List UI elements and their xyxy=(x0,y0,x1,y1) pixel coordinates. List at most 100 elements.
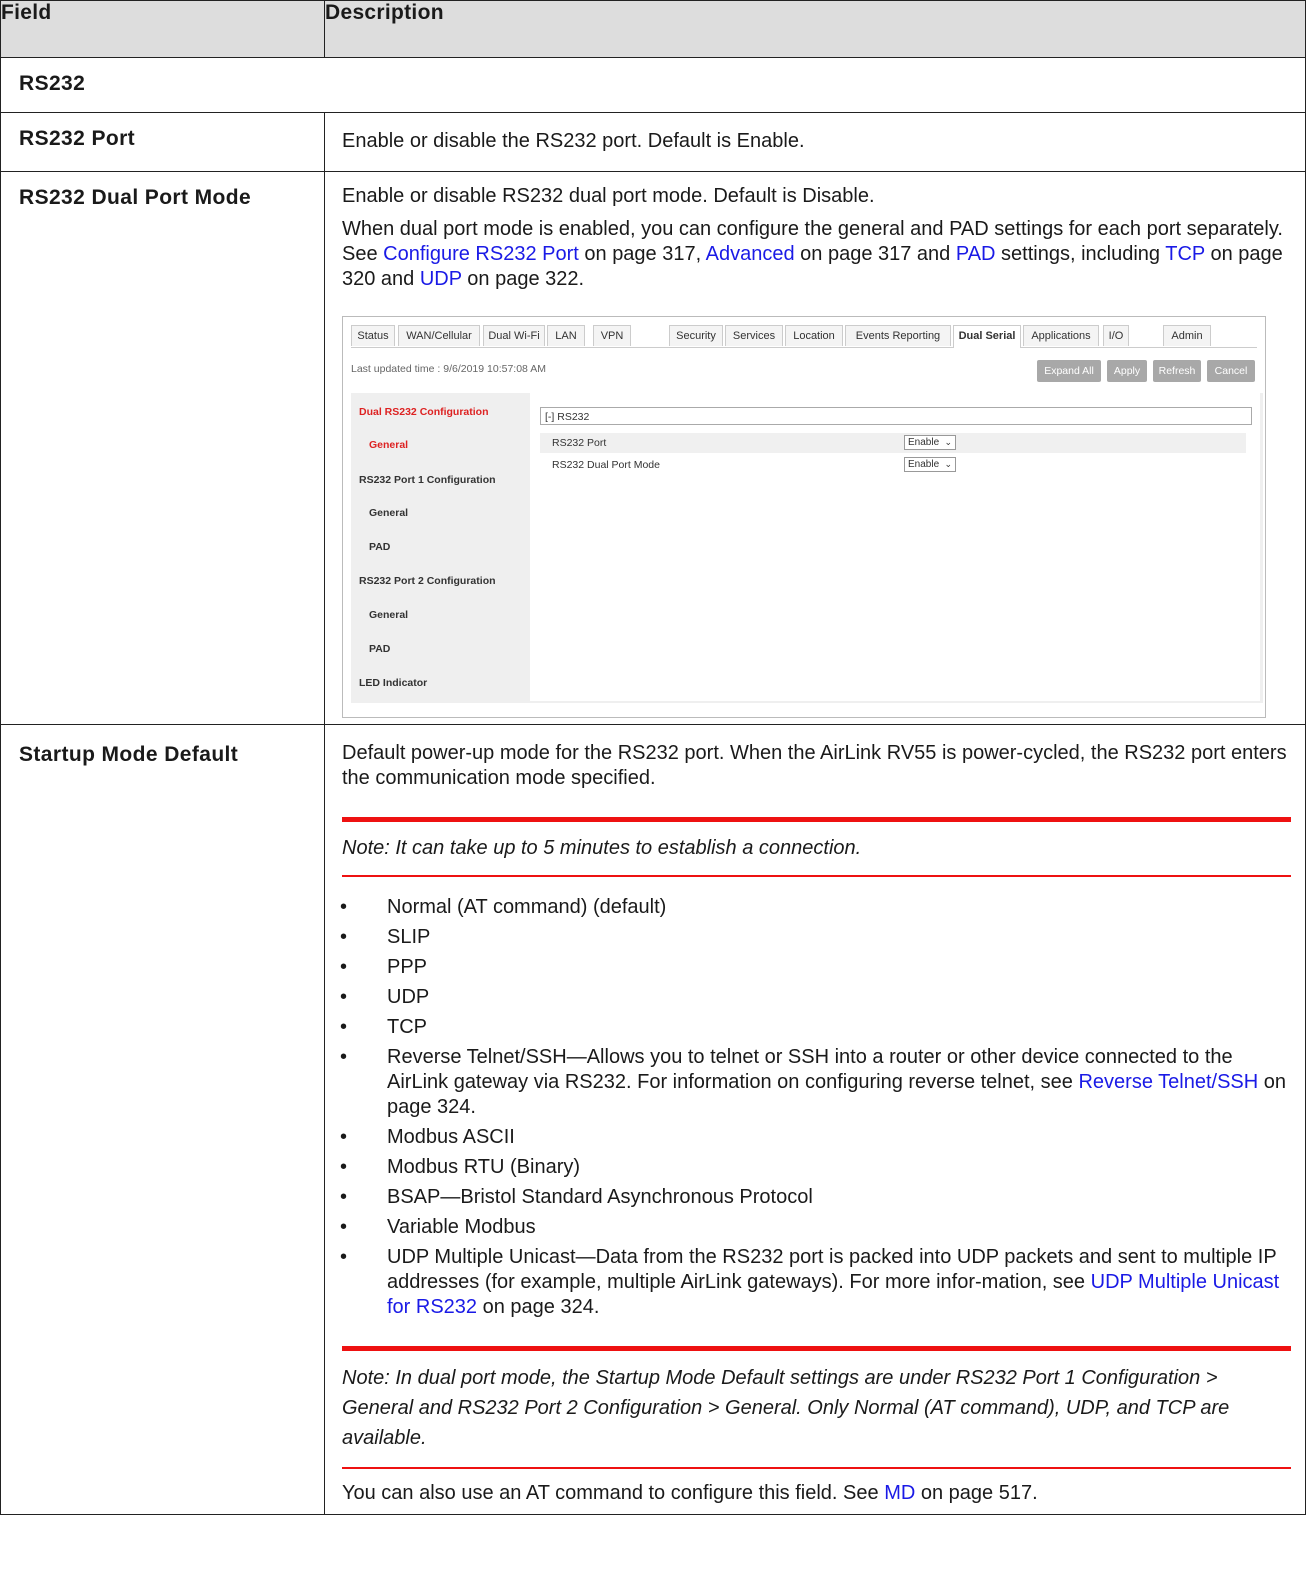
document-page: Field Description RS232 RS232 Port Enabl… xyxy=(0,0,1306,1515)
list-item: • SLIP xyxy=(340,925,1291,950)
refresh-button[interactable]: Refresh xyxy=(1153,360,1201,382)
tab-events-reporting[interactable]: Events Reporting xyxy=(845,325,951,346)
bullet-icon: • xyxy=(340,1046,348,1068)
tab-bar: Status WAN/Cellular Dual Wi-Fi LAN VPN S… xyxy=(351,325,1257,348)
nav-general-port2[interactable]: General xyxy=(369,609,408,621)
nav-pad-port1[interactable]: PAD xyxy=(369,541,390,553)
bullet-icon: • xyxy=(340,986,348,1008)
link-pad[interactable]: PAD xyxy=(956,243,996,265)
tab-services[interactable]: Services xyxy=(725,325,783,346)
nav-led-indicator[interactable]: LED Indicator xyxy=(359,677,427,689)
nav-general-port1[interactable]: General xyxy=(369,507,408,519)
field-name-startup-mode-default: Startup Mode Default xyxy=(0,724,325,1515)
rs232-section-header[interactable]: [-] RS232 xyxy=(540,407,1252,425)
list-item: • Normal (AT command) (default) xyxy=(340,895,1291,920)
tab-security[interactable]: Security xyxy=(669,325,723,346)
link-udp[interactable]: UDP xyxy=(420,268,462,290)
text-span: on page 317 and xyxy=(794,243,956,265)
list-item: • Variable Modbus xyxy=(340,1215,1291,1240)
text-span: on page 322. xyxy=(461,268,585,290)
rs232-port-select[interactable]: Enable ⌄ xyxy=(904,435,956,450)
cancel-button[interactable]: Cancel xyxy=(1207,360,1255,382)
bullet-icon: • xyxy=(340,926,348,948)
section-row: RS232 xyxy=(0,57,1306,113)
description-text: Enable or disable the RS232 port. Defaul… xyxy=(342,130,805,152)
bullet-icon: • xyxy=(340,956,348,978)
embedded-ui-screenshot: Status WAN/Cellular Dual Wi-Fi LAN VPN S… xyxy=(342,316,1266,718)
text-span: settings, including xyxy=(995,243,1166,265)
link-configure-rs232-port[interactable]: Configure RS232 Port xyxy=(383,243,579,265)
list-item: • Reverse Telnet/SSH—Allows you to telnet… xyxy=(340,1045,1291,1120)
tab-dual-wifi[interactable]: Dual Wi-Fi xyxy=(483,325,545,346)
description-text: Enable or disable RS232 dual port mode. … xyxy=(342,185,875,207)
nav-general-dual[interactable]: General xyxy=(369,439,408,451)
tab-dual-serial[interactable]: Dual Serial xyxy=(953,325,1021,348)
dual-port-mode-select[interactable]: Enable ⌄ xyxy=(904,457,956,472)
text-span: You can also use an AT command to config… xyxy=(342,1482,885,1504)
nav-rs232-port1-configuration[interactable]: RS232 Port 1 Configuration xyxy=(359,474,496,486)
tab-wan-cellular[interactable]: WAN/Cellular xyxy=(398,325,480,346)
settings-table: Field Description RS232 RS232 Port Enabl… xyxy=(0,0,1306,1515)
chevron-down-icon: ⌄ xyxy=(944,437,952,447)
tab-admin[interactable]: Admin xyxy=(1163,325,1211,346)
nav-pad-port2[interactable]: PAD xyxy=(369,643,390,655)
link-md[interactable]: MD xyxy=(884,1482,915,1504)
table-header-row: Field Description xyxy=(0,0,1306,58)
bullet-icon: • xyxy=(340,896,348,918)
bullet-icon: • xyxy=(340,1156,348,1178)
note-box: Note: In dual port mode, the Startup Mod… xyxy=(342,1346,1291,1469)
field-description: Default power-up mode for the RS232 port… xyxy=(324,724,1306,1515)
bullet-icon: • xyxy=(340,1186,348,1208)
section-label: RS232 xyxy=(0,57,1306,113)
description-text: Default power-up mode for the RS232 port… xyxy=(342,742,1287,789)
list-item-text: Variable Modbus xyxy=(387,1216,536,1238)
tab-applications[interactable]: Applications xyxy=(1023,325,1099,346)
link-reverse-telnet-ssh[interactable]: Reverse Telnet/SSH xyxy=(1078,1071,1258,1093)
list-item: • BSAP—Bristol Standard Asynchronous Prot… xyxy=(340,1185,1291,1210)
description-paragraph: When dual port mode is enabled, you can … xyxy=(342,217,1291,292)
last-updated-time: Last updated time : 9/6/2019 10:57:08 AM xyxy=(351,363,546,375)
tab-io[interactable]: I/O xyxy=(1103,325,1129,346)
column-header-description: Description xyxy=(324,0,1306,58)
list-item: • TCP xyxy=(340,1015,1291,1040)
tab-status[interactable]: Status xyxy=(351,325,395,346)
text-span: on page 517. xyxy=(915,1482,1038,1504)
apply-button[interactable]: Apply xyxy=(1107,360,1147,382)
select-value: Enable xyxy=(908,459,940,470)
field-description: Enable or disable the RS232 port. Defaul… xyxy=(324,112,1306,172)
settings-content: [-] RS232 RS232 Port Enable ⌄ RS232 Dual … xyxy=(530,393,1260,701)
tab-location[interactable]: Location xyxy=(785,325,843,346)
list-item-text: PPP xyxy=(387,956,428,978)
expand-all-button[interactable]: Expand All xyxy=(1037,360,1101,382)
tab-vpn[interactable]: VPN xyxy=(593,325,631,346)
column-header-field: Field xyxy=(0,0,325,58)
list-item-text: on page 324. xyxy=(477,1296,600,1318)
field-name-rs232-port: RS232 Port xyxy=(0,112,325,172)
setting-label: RS232 Dual Port Mode xyxy=(552,459,660,471)
tab-lan[interactable]: LAN xyxy=(547,325,585,346)
list-item: • Modbus RTU (Binary) xyxy=(340,1155,1291,1180)
table-row: RS232 Port Enable or disable the RS232 p… xyxy=(0,112,1306,172)
list-item-text: BSAP—Bristol Standard Asynchronous Proto… xyxy=(387,1186,813,1208)
list-item-text: Normal (AT command) (default) xyxy=(387,896,667,918)
link-advanced[interactable]: Advanced xyxy=(706,243,795,265)
chevron-down-icon: ⌄ xyxy=(944,459,952,469)
link-tcp[interactable]: TCP xyxy=(1165,243,1205,265)
startup-mode-options-list: • Normal (AT command) (default) • SLIP • PP… xyxy=(340,895,1291,1320)
field-name-dual-port-mode: RS232 Dual Port Mode xyxy=(0,171,325,725)
list-item-text: TCP xyxy=(387,1016,427,1038)
list-item-text: UDP xyxy=(387,986,430,1008)
nav-rs232-port2-configuration[interactable]: RS232 Port 2 Configuration xyxy=(359,575,496,587)
bullet-icon: • xyxy=(340,1126,348,1148)
config-panel: Dual RS232 Configuration General RS232 P… xyxy=(351,393,1263,703)
note-box: Note: It can take up to 5 minutes to est… xyxy=(342,817,1291,877)
table-row: Startup Mode Default Default power-up mo… xyxy=(0,724,1306,1515)
list-item: • UDP Multiple Unicast—Data from the RS23… xyxy=(340,1245,1291,1320)
list-item-text: Modbus ASCII xyxy=(387,1126,515,1148)
select-value: Enable xyxy=(908,437,940,448)
nav-dual-rs232-configuration[interactable]: Dual RS232 Configuration xyxy=(359,406,489,418)
list-item-text: Modbus RTU (Binary) xyxy=(387,1156,581,1178)
setting-row-rs232-port: RS232 Port Enable ⌄ xyxy=(540,433,1246,453)
list-item: • UDP xyxy=(340,985,1291,1010)
list-item: • Modbus ASCII xyxy=(340,1125,1291,1150)
